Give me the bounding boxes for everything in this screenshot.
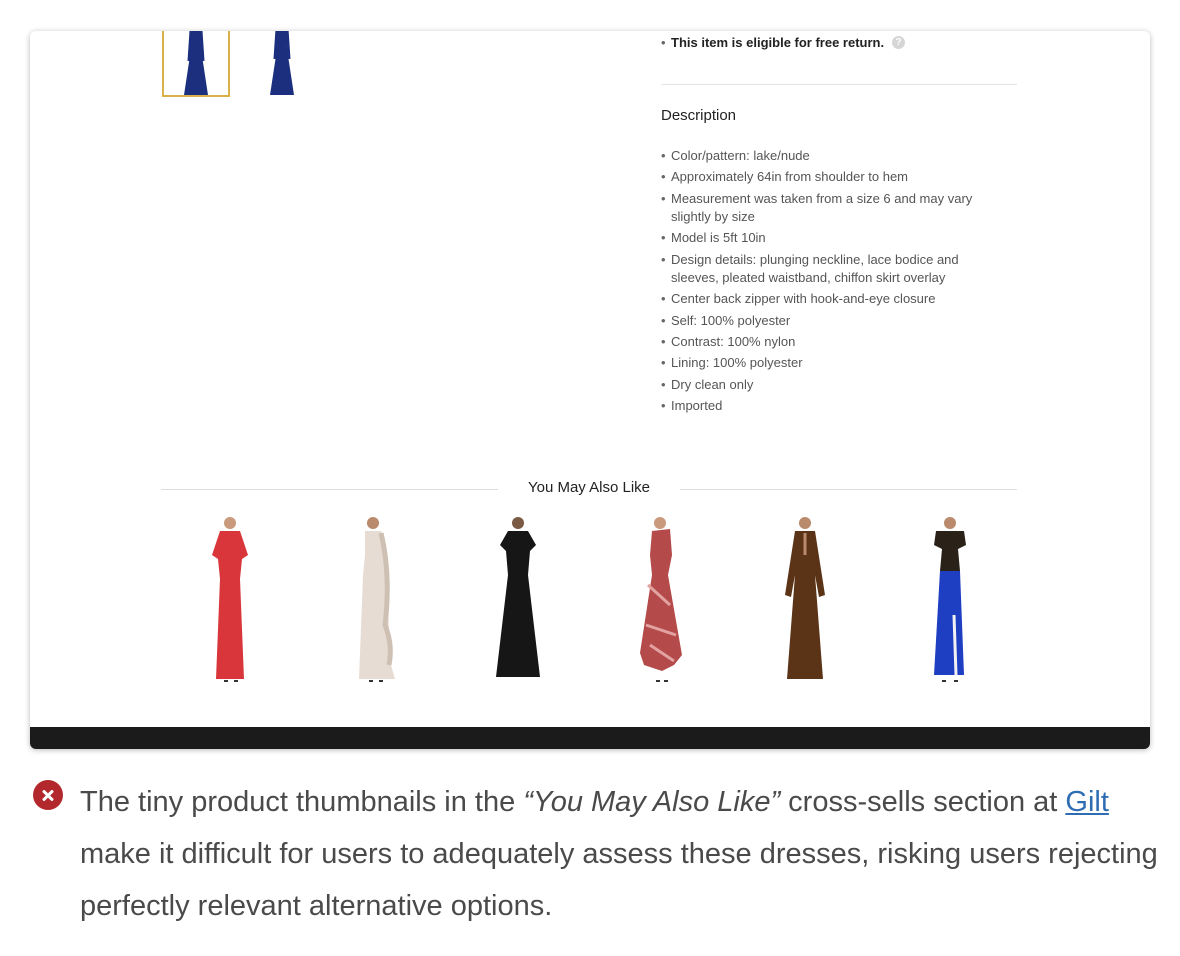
- recommended-product-3[interactable]: [478, 515, 558, 687]
- description-item: Contrast: 100% nylon: [661, 333, 1001, 352]
- caption-text-1: The tiny product thumbnails in the: [80, 786, 524, 818]
- you-may-also-like-title: You May Also Like: [527, 479, 651, 496]
- gallery-thumbnail-1[interactable]: [162, 31, 230, 97]
- caption-text: The tiny product thumbnails in the “You …: [80, 776, 1165, 932]
- you-may-also-like-header: You May Also Like: [161, 479, 1017, 501]
- description-item: Imported: [661, 397, 1001, 416]
- description-item: Color/pattern: lake/nude: [661, 147, 1001, 166]
- free-return-notice: • This item is eligible for free return.…: [661, 35, 906, 50]
- caption-text-3: make it difficult for users to adequatel…: [80, 838, 1158, 922]
- description-item: Design details: plunging neckline, lace …: [661, 251, 1001, 288]
- description-item: Model is 5ft 10in: [661, 229, 1001, 248]
- gilt-link[interactable]: Gilt: [1065, 786, 1109, 818]
- question-circle-icon[interactable]: ?: [892, 36, 906, 49]
- caption-quote: “You May Also Like”: [523, 786, 781, 818]
- screenshot-frame: • This item is eligible for free return.…: [30, 31, 1150, 749]
- dress-shape: [212, 531, 248, 679]
- error-x-icon: [33, 780, 63, 810]
- description-item: Self: 100% polyester: [661, 312, 1001, 331]
- recommended-product-2[interactable]: [335, 515, 415, 687]
- footer-bar: [30, 727, 1150, 749]
- description-item: Dry clean only: [661, 376, 1001, 395]
- recommended-product-5[interactable]: [765, 515, 845, 687]
- recommended-product-4[interactable]: [620, 515, 700, 687]
- divider: [661, 84, 1017, 85]
- gallery-thumbnail-2[interactable]: [246, 31, 314, 97]
- recommended-product-1[interactable]: [190, 515, 270, 687]
- description-item: Center back zipper with hook-and-eye clo…: [661, 290, 1001, 309]
- description-item: Lining: 100% polyester: [661, 354, 1001, 373]
- caption-text-2: cross-sells section at: [780, 786, 1066, 818]
- recommended-product-6[interactable]: [908, 515, 988, 687]
- description-list: Color/pattern: lake/nude Approximately 6…: [661, 147, 1001, 418]
- description-item: Approximately 64in from shoulder to hem: [661, 168, 1001, 187]
- free-return-text: This item is eligible for free return.: [671, 35, 885, 50]
- description-item: Measurement was taken from a size 6 and …: [661, 190, 1001, 227]
- description-title: Description: [661, 107, 737, 124]
